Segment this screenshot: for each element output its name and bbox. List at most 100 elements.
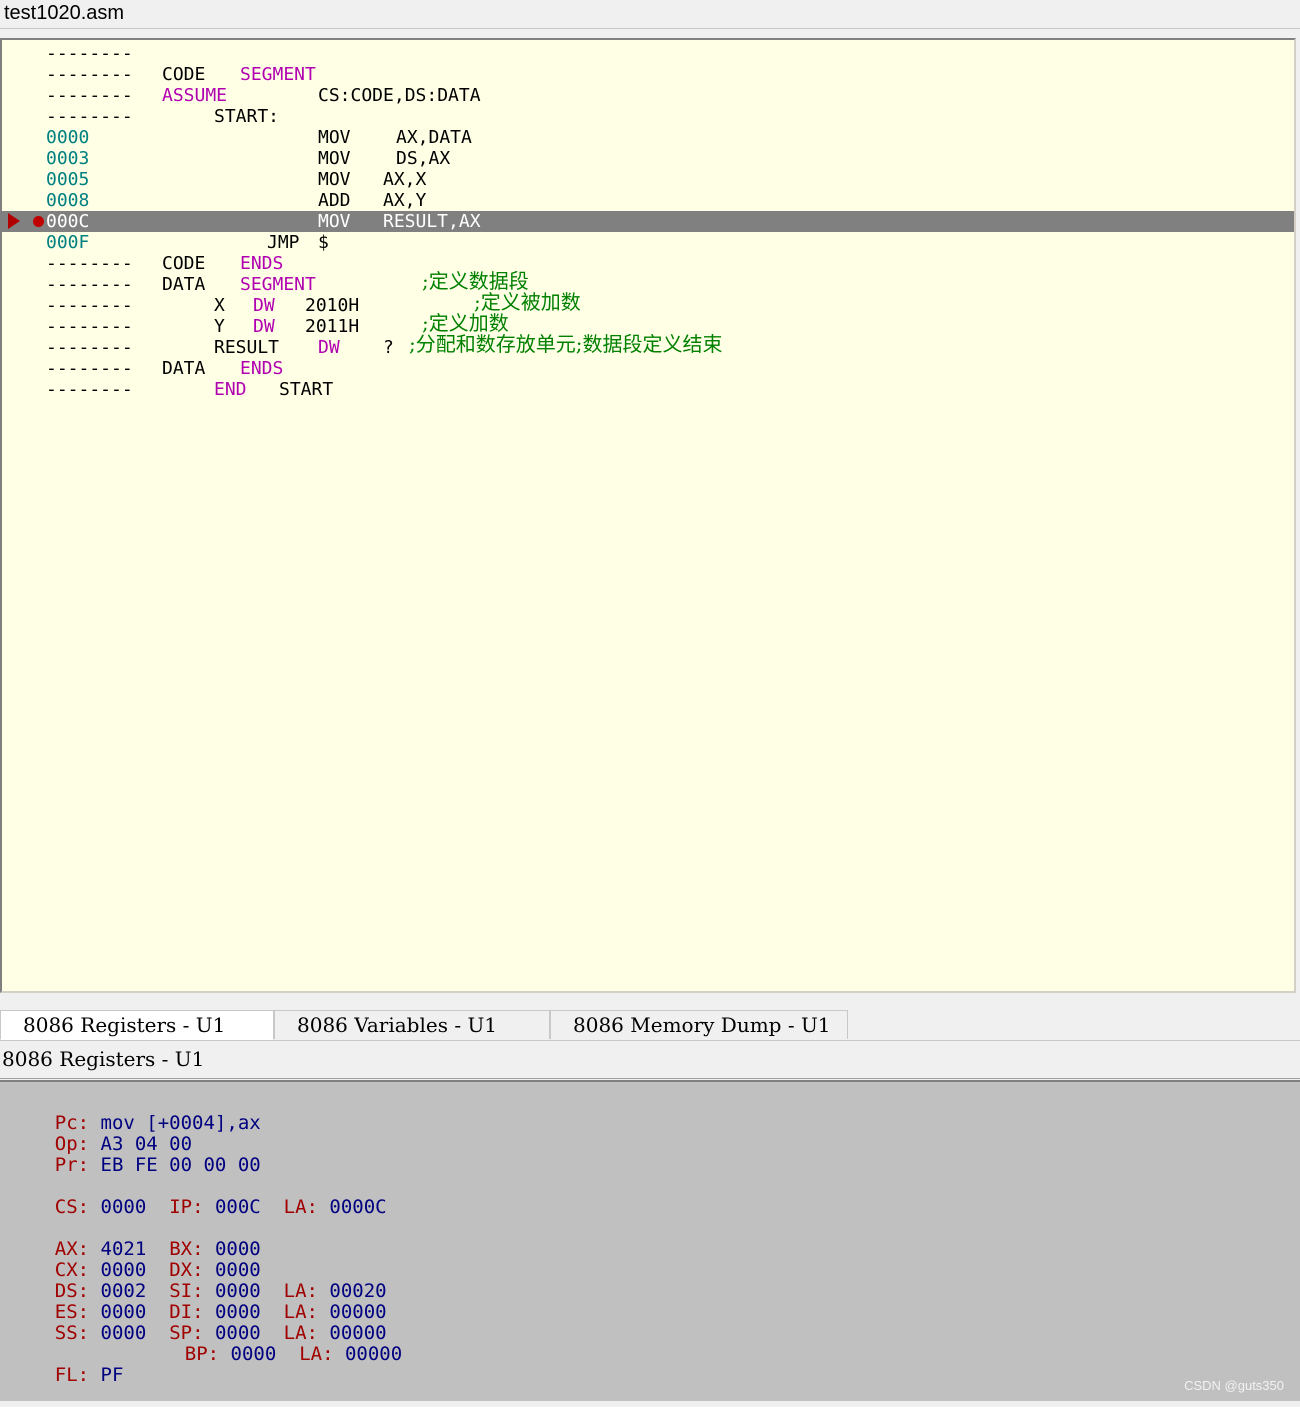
code-line[interactable]: -------- RESULT DW ? ;分配和数存放单元;数据段定义结束 — [2, 332, 1294, 359]
tab-registers[interactable]: 8086 Registers - U1 — [0, 1010, 274, 1040]
panel-title: 8086 Registers - U1 — [2, 1047, 205, 1071]
register-value: EB FE 00 00 00 — [100, 1154, 261, 1176]
register-value: PF — [100, 1364, 124, 1386]
line-address: 0008 — [46, 190, 90, 211]
code-line[interactable]: -------- X DW 2010H ;定义被加数 — [2, 290, 1294, 317]
label: START: — [214, 106, 280, 127]
line-address: -------- — [46, 253, 133, 274]
operand: AX,Y — [383, 190, 427, 211]
register-value: 0000 — [100, 1196, 147, 1218]
line-address: 000F — [46, 232, 90, 253]
register-value: 000C — [214, 1196, 261, 1218]
line-address: 000C — [46, 211, 90, 232]
code-line[interactable]: 0000 MOV AX,DATA — [2, 127, 1294, 148]
segment-name: CODE — [162, 253, 206, 274]
value: ? — [383, 337, 394, 358]
line-address: 0000 — [46, 127, 90, 148]
directive-keyword: DW — [318, 337, 340, 358]
variable-name: Y — [214, 316, 225, 337]
code-line[interactable]: -------- ASSUME CS:CODE,DS:DATA — [2, 85, 1294, 106]
directive-keyword: SEGMENT — [240, 274, 316, 295]
register-row: ES: 0000 DI: 0000 LA: 00000 — [9, 1281, 387, 1323]
code-line[interactable]: 0003 MOV DS,AX — [2, 148, 1294, 169]
instruction: ADD — [318, 190, 351, 211]
register-row: Pr: EB FE 00 00 00 — [9, 1134, 261, 1176]
directive-keyword: ENDS — [240, 358, 284, 379]
code-line[interactable]: 000F JMP $ — [2, 232, 1294, 253]
comment: ;定义数据段 — [422, 269, 529, 293]
line-address: -------- — [46, 316, 133, 337]
directive-keyword: END — [214, 379, 247, 400]
code-line[interactable]: 0005 MOV AX,X — [2, 169, 1294, 190]
register-label: IP: — [169, 1196, 204, 1218]
directive-keyword: ASSUME — [162, 85, 228, 106]
operand: RESULT,AX — [383, 211, 481, 232]
register-label: Pr: — [54, 1154, 90, 1176]
line-address: -------- — [46, 358, 133, 379]
segment-name: CODE — [162, 64, 206, 85]
line-address: -------- — [46, 64, 133, 85]
register-label: LA: — [299, 1343, 334, 1365]
line-address: 0005 — [46, 169, 90, 190]
directive-keyword: ENDS — [240, 253, 284, 274]
register-row: Pc: mov [+0004],ax — [9, 1092, 261, 1134]
code-line[interactable]: -------- DATA SEGMENT ;定义数据段 — [2, 269, 1294, 296]
watermark: CSDN @guts350 — [1184, 1378, 1284, 1393]
current-execution-line[interactable]: 000C MOV RESULT,AX — [2, 211, 1294, 232]
instruction: JMP — [267, 232, 300, 253]
code-line[interactable]: -------- START: — [2, 106, 1294, 127]
line-address: -------- — [46, 106, 133, 127]
instruction: MOV — [318, 169, 351, 190]
instruction: MOV — [318, 127, 351, 148]
register-label: FL: — [54, 1364, 90, 1386]
register-row: CX: 0000 DX: 0000 — [9, 1239, 261, 1281]
comment: ;定义加数 — [422, 311, 509, 335]
operand: AX,DATA — [396, 127, 472, 148]
window-titlebar: test1020.asm — [0, 0, 1300, 29]
operand: AX,X — [383, 169, 427, 190]
code-line[interactable]: -------- CODE ENDS — [2, 253, 1294, 274]
line-address: -------- — [46, 274, 133, 295]
register-label: LA: — [283, 1196, 318, 1218]
operand: CS:CODE,DS:DATA — [318, 85, 481, 106]
comment: ;定义被加数 — [474, 290, 581, 314]
register-row: DS: 0002 SI: 0000 LA: 00020 — [9, 1260, 387, 1302]
registers-panel[interactable]: Pc: mov [+0004],ax Op: A3 04 00 Pr: EB F… — [0, 1080, 1300, 1401]
register-row: AX: 4021 BX: 0000 — [9, 1218, 261, 1260]
code-line[interactable]: -------- — [2, 43, 1294, 64]
comment: ;分配和数存放单元;数据段定义结束 — [409, 332, 723, 356]
value: 2011H — [305, 316, 360, 337]
directive-keyword: DW — [253, 316, 275, 337]
instruction: MOV — [318, 211, 351, 232]
value: 2010H — [305, 295, 360, 316]
window-title: test1020.asm — [4, 2, 125, 24]
segment-name: DATA — [162, 358, 206, 379]
segment-name: DATA — [162, 274, 206, 295]
register-row: BP: 0000 LA: 00000 — [139, 1323, 402, 1365]
register-value: 0000C — [329, 1196, 387, 1218]
register-label: SS: — [54, 1322, 90, 1344]
code-line[interactable]: -------- DATA ENDS — [2, 358, 1294, 379]
tab-memory-dump[interactable]: 8086 Memory Dump - U1 — [550, 1010, 848, 1039]
tab-variables[interactable]: 8086 Variables - U1 — [274, 1010, 550, 1039]
variable-name: X — [214, 295, 225, 316]
line-address: -------- — [46, 379, 133, 400]
directive-keyword: SEGMENT — [240, 64, 316, 85]
code-line[interactable]: -------- CODE SEGMENT — [2, 64, 1294, 85]
operand: DS,AX — [396, 148, 451, 169]
operand: $ — [318, 232, 329, 253]
register-label: CS: — [54, 1196, 90, 1218]
register-row: FL: PF — [9, 1344, 124, 1386]
breakpoint-icon[interactable] — [33, 216, 44, 227]
registers-panel-header: 8086 Registers - U1 — [0, 1042, 1300, 1079]
source-editor[interactable]: -------- -------- CODE SEGMENT -------- … — [0, 38, 1296, 993]
code-line[interactable]: -------- END START — [2, 379, 1294, 400]
execution-pointer-icon — [8, 213, 20, 229]
line-address: -------- — [46, 337, 133, 358]
line-address: -------- — [46, 295, 133, 316]
variable-name: RESULT — [214, 337, 280, 358]
register-row: SS: 0000 SP: 0000 LA: 00000 — [9, 1302, 387, 1344]
label: START — [279, 379, 334, 400]
code-line[interactable]: 0008 ADD AX,Y — [2, 190, 1294, 211]
register-row: CS: 0000 IP: 000C LA: 0000C — [9, 1176, 387, 1218]
